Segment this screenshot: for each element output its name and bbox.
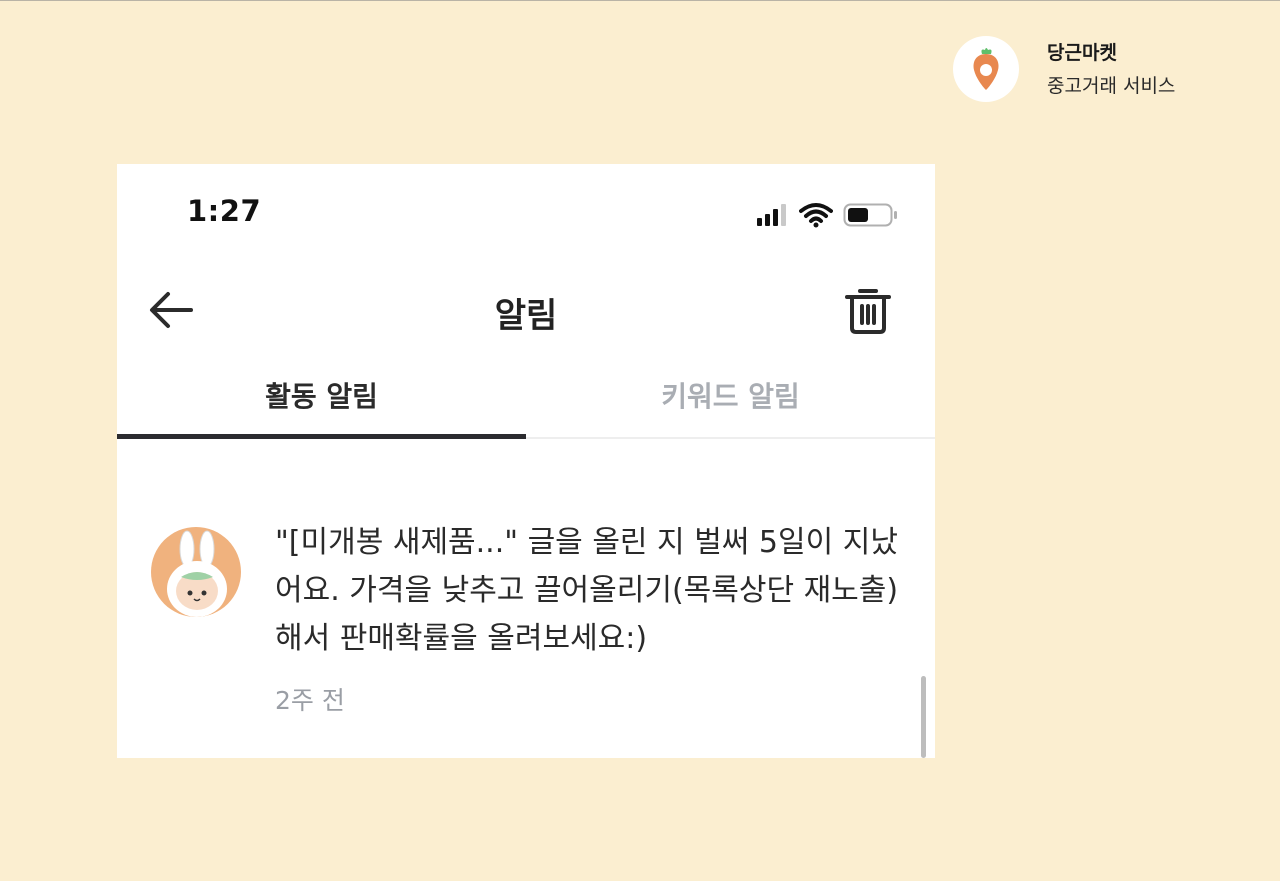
active-tab-indicator (117, 434, 526, 439)
scrollbar[interactable] (921, 676, 926, 758)
status-icons (757, 202, 899, 228)
avatar (151, 527, 241, 617)
notification-timestamp: 2주 전 (275, 686, 345, 715)
wifi-icon (799, 203, 833, 228)
app-header: 알림 (117, 274, 935, 344)
page-title: 알림 (494, 296, 558, 336)
carrot-logo-icon (953, 36, 1019, 102)
trash-icon[interactable] (843, 284, 893, 336)
cellular-signal-icon (757, 204, 789, 226)
battery-icon (843, 203, 897, 227)
tab-bar: 활동 알림 키워드 알림 (117, 369, 935, 439)
brand-name: 당근마켓 (1047, 41, 1117, 64)
tab-activity-notifications[interactable]: 활동 알림 (117, 369, 526, 439)
tab-keyword-notifications[interactable]: 키워드 알림 (526, 369, 935, 439)
notification-message: "[미개봉 새제품..." 글을 올린 지 벌써 5일이 지났어요. 가격을 낮… (275, 525, 899, 656)
top-border (0, 0, 1280, 1)
brand-subtitle: 중고거래 서비스 (1047, 74, 1176, 97)
brand-badge: 당근마켓 중고거래 서비스 (953, 36, 1175, 102)
status-time: 1:27 (187, 194, 262, 228)
phone-screen: 1:27 알림 활동 알림 키워드 알림 "[미개봉 새제품..." 글을 올린… (117, 164, 935, 758)
